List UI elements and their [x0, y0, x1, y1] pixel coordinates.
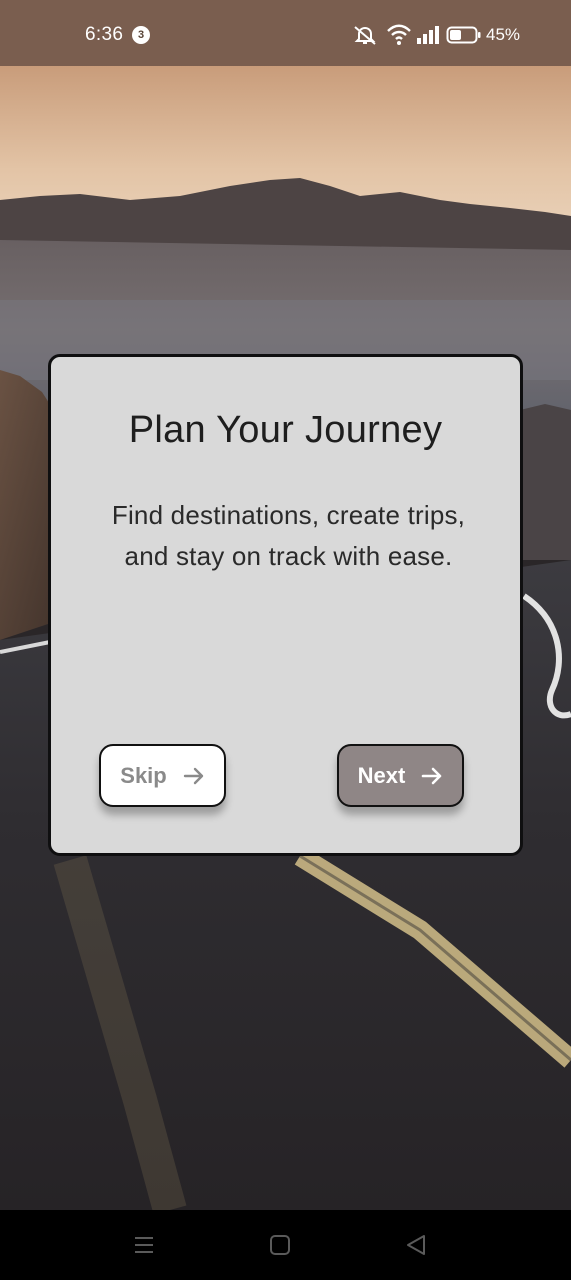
back-triangle-icon[interactable]	[404, 1233, 428, 1257]
signal-icon	[417, 26, 439, 44]
onboarding-card: Plan Your Journey Find destinations, cre…	[48, 354, 523, 856]
status-time: 6:36	[85, 24, 124, 45]
wifi-icon	[387, 24, 411, 45]
skip-button-label: Skip	[120, 762, 167, 788]
battery-percentage: 45%	[486, 25, 521, 44]
system-navigation-bar	[0, 1210, 571, 1280]
menu-icon[interactable]	[132, 1233, 156, 1257]
mute-icon	[354, 26, 376, 45]
next-button[interactable]: Next	[337, 744, 464, 807]
home-square-icon[interactable]	[268, 1233, 292, 1257]
arrow-right-icon	[422, 767, 442, 784]
onboarding-description: Find destinations, create trips, and sta…	[111, 500, 466, 571]
notification-count-badge: 3	[132, 26, 150, 44]
arrow-right-icon	[183, 767, 203, 784]
status-bar: 6:36 3 45%	[0, 0, 571, 66]
battery-icon	[446, 26, 481, 44]
next-button-label: Next	[357, 762, 406, 788]
onboarding-title: Plan Your Journey	[128, 409, 443, 451]
skip-button[interactable]: Skip	[99, 744, 226, 807]
